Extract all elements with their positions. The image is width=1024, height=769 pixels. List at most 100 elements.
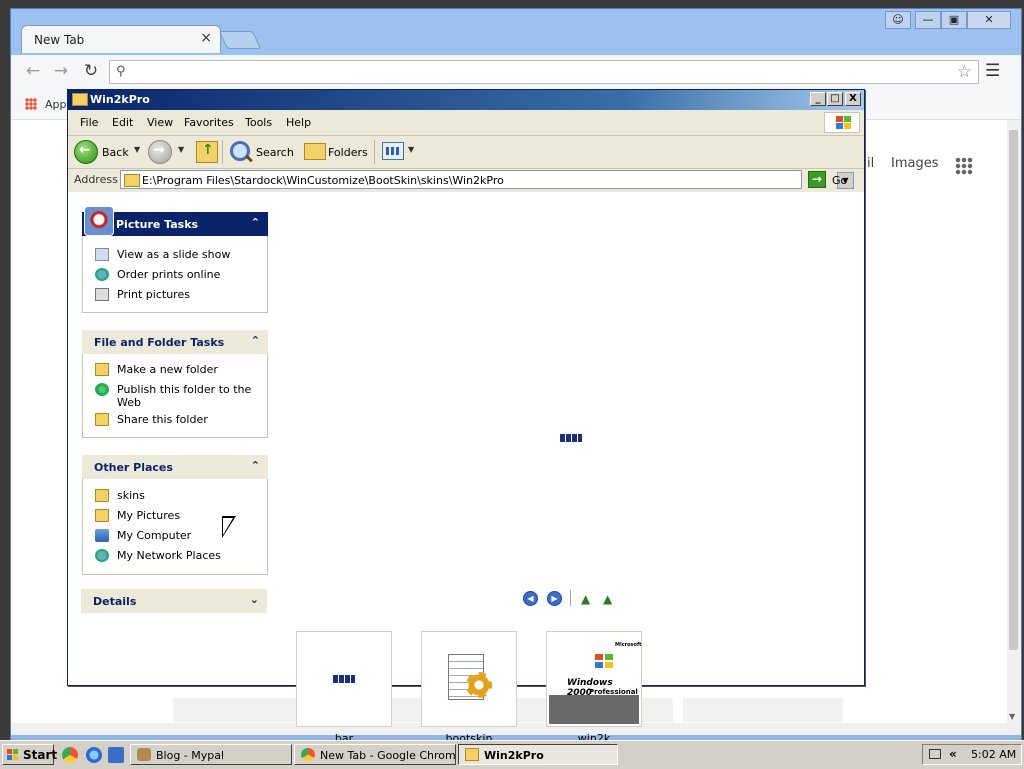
task-win2kpro[interactable]: Win2kPro [458, 744, 618, 765]
chrome-quicklaunch-icon[interactable] [62, 747, 78, 763]
picture-tasks-pane: Picture Tasks ⌃ View as a slide show Ord… [82, 206, 268, 313]
clock[interactable]: 5:02 AM [971, 748, 1016, 761]
windows-logo-icon [595, 654, 615, 670]
professional-text: Professional [589, 688, 638, 696]
chrome-toolbar: ← → ↻ ⚲ ☆ ☰ [11, 55, 1021, 89]
file-folder-tasks-pane: File and Folder Tasks ⌃ Make a new folde… [82, 330, 268, 438]
desktop-quicklaunch-icon[interactable] [108, 747, 124, 763]
picture-tasks-header[interactable]: Picture Tasks ⌃ [82, 206, 268, 236]
profile-icon[interactable]: ☺ [885, 11, 911, 29]
chevron-down-icon[interactable]: ▼ [134, 145, 140, 154]
chevron-down-icon[interactable]: ▼ [408, 145, 414, 154]
close-icon[interactable]: × [200, 30, 212, 46]
bar-image [333, 675, 355, 683]
rotate-clockwise-icon[interactable]: ▲ [581, 592, 590, 606]
go-button[interactable]: Go [832, 174, 847, 187]
scroll-down-arrow-icon[interactable]: ▼ [1009, 712, 1015, 721]
explorer-title-bar[interactable]: Win2kPro _ □ X [68, 90, 864, 110]
menu-file[interactable]: File [80, 116, 98, 129]
menu-help[interactable]: Help [286, 116, 311, 129]
microsoft-brand: Microsoft [615, 642, 642, 648]
chevron-up-icon[interactable]: ⌃ [251, 334, 260, 347]
my-pictures-icon [95, 509, 109, 522]
keyboard-icon[interactable] [929, 749, 941, 759]
back-button[interactable]: Back [102, 146, 129, 159]
maximize-button[interactable]: ▣ [941, 11, 967, 29]
chevron-down-icon[interactable]: ⌄ [250, 593, 259, 606]
back-arrow-icon[interactable] [74, 140, 98, 164]
views-icon[interactable] [382, 142, 404, 160]
minimize-button[interactable]: — [915, 11, 941, 29]
omnibox-input[interactable]: ⚲ ☆ [109, 60, 979, 84]
images-link[interactable]: Images [891, 156, 939, 171]
chevron-down-icon[interactable]: ▼ [178, 145, 184, 154]
maximize-button[interactable]: □ [827, 92, 843, 106]
forward-arrow-icon[interactable] [148, 140, 172, 164]
next-image-icon[interactable]: ▶ [547, 591, 562, 606]
new-tab-button[interactable] [218, 31, 262, 49]
rotate-counterclockwise-icon[interactable]: ▲ [603, 592, 612, 606]
gear-icon [466, 672, 492, 698]
show-hidden-icons-icon[interactable]: « [949, 747, 957, 761]
toolbar-separator [374, 140, 375, 164]
win2k-boot-image: Microsoft Windows 2000 Professional [549, 634, 642, 724]
vertical-scrollbar[interactable]: ▼ [1007, 120, 1021, 723]
folders-button[interactable]: Folders [328, 146, 368, 159]
menu-tools[interactable]: Tools [245, 116, 272, 129]
pane-title: Picture Tasks [116, 218, 199, 231]
file-folder-tasks-header[interactable]: File and Folder Tasks ⌃ [82, 330, 268, 354]
taskbar: Start Blog - Mypal New Tab - Google Chro… [0, 740, 1024, 769]
start-label: Start [23, 748, 58, 762]
up-folder-icon[interactable] [196, 141, 218, 163]
scrollbar-thumb[interactable] [1009, 130, 1018, 650]
google-apps-icon[interactable] [955, 157, 973, 175]
address-input[interactable]: E:\Program Files\Stardock\WinCustomize\B… [120, 170, 854, 189]
preview-separator [570, 590, 571, 606]
thumbnail-bar[interactable] [296, 631, 392, 727]
mypal-icon [137, 748, 151, 761]
task-chrome[interactable]: New Tab - Google Chrome [294, 744, 456, 765]
address-path[interactable]: E:\Program Files\Stardock\WinCustomize\B… [142, 174, 504, 187]
window-title: Win2kPro [90, 93, 150, 106]
close-button[interactable]: X [845, 92, 861, 106]
minimize-button[interactable]: _ [810, 92, 826, 106]
most-visited-tile[interactable] [683, 698, 843, 722]
other-places-header[interactable]: Other Places ⌃ [82, 455, 268, 479]
chevron-up-icon[interactable]: ⌃ [251, 459, 260, 472]
thumbnail-bootskin[interactable] [421, 631, 517, 727]
back-arrow-icon[interactable]: ← [21, 61, 45, 81]
picture-tasks-icon [84, 206, 114, 236]
menu-view[interactable]: View [147, 116, 173, 129]
search-button[interactable]: Search [256, 146, 294, 159]
order-prints-icon [95, 268, 109, 281]
menu-icon[interactable]: ☰ [985, 61, 1000, 81]
go-arrow-icon[interactable]: → [808, 171, 826, 188]
windows-logo-icon [824, 112, 860, 133]
address-label: Address [74, 173, 118, 186]
task-blog-mypal[interactable]: Blog - Mypal [130, 744, 292, 765]
folder-icon [95, 489, 109, 502]
search-icon[interactable] [230, 141, 250, 161]
folders-icon[interactable] [304, 143, 326, 160]
bookmark-star-icon[interactable]: ☆ [957, 62, 972, 82]
close-window-button[interactable]: ✕ [967, 11, 1011, 29]
publish-web-icon [95, 383, 109, 396]
image-preview [560, 434, 582, 442]
system-tray: « 5:02 AM [922, 744, 1022, 765]
reload-icon[interactable]: ↻ [79, 61, 103, 81]
toolbar-separator [222, 140, 223, 164]
chrome-icon [301, 748, 315, 761]
folder-icon [72, 93, 88, 106]
menu-edit[interactable]: Edit [112, 116, 133, 129]
thumbnail-win2k[interactable]: Microsoft Windows 2000 Professional [546, 631, 642, 727]
menu-favorites[interactable]: Favorites [184, 116, 234, 129]
details-header[interactable]: Details ⌄ [81, 589, 267, 613]
share-folder-icon [95, 413, 109, 426]
start-button[interactable]: Start [2, 744, 58, 765]
apps-grid-icon[interactable] [25, 98, 37, 110]
ie-quicklaunch-icon[interactable] [86, 747, 102, 763]
previous-image-icon[interactable]: ◀ [523, 591, 538, 606]
chevron-up-icon[interactable]: ⌃ [251, 216, 260, 229]
chrome-tab-new-tab[interactable]: New Tab × [21, 25, 221, 53]
forward-arrow-icon[interactable]: → [49, 61, 73, 81]
